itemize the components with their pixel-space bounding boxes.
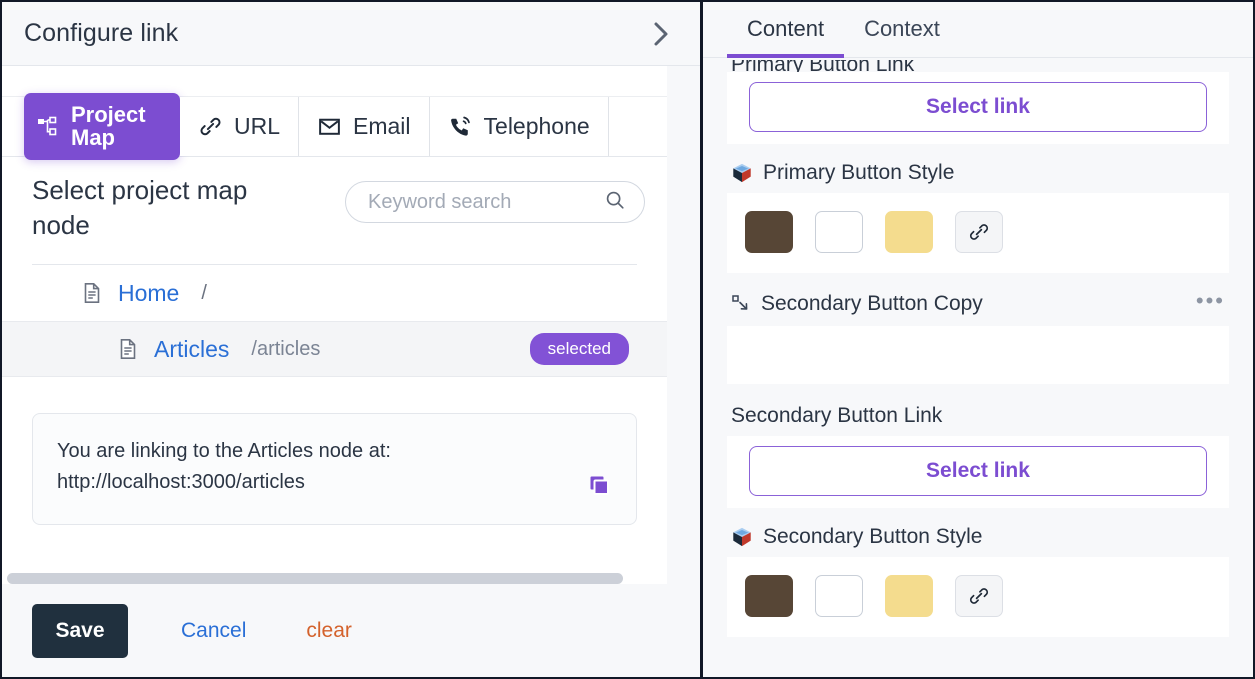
link-icon: [967, 220, 991, 244]
envelope-icon: [317, 114, 342, 139]
tab-url[interactable]: URL: [180, 97, 300, 156]
right-panel-body: Primary Button Link Select link Primary …: [703, 58, 1253, 677]
secondary-button-copy-label: Secondary Button Copy: [731, 292, 983, 316]
horizontal-scrollbar[interactable]: [2, 570, 667, 584]
search-input[interactable]: [366, 189, 590, 215]
tab-label: Project Map: [71, 101, 146, 150]
field-label-text: Secondary Button Copy: [761, 292, 983, 315]
keyword-search-box[interactable]: [345, 181, 645, 223]
yellow-swatch[interactable]: [885, 211, 933, 253]
left-panel-footer: Save Cancel clear: [2, 584, 700, 677]
select-node-row: Select project map node: [2, 157, 667, 242]
link-info-url: http://localhost:3000/articles: [57, 470, 305, 493]
primary-swatch-row: [727, 193, 1229, 273]
primary-button-style-label: Primary Button Style: [731, 161, 954, 185]
secondary-select-link-button[interactable]: Select link: [749, 446, 1207, 496]
clear-button[interactable]: clear: [306, 619, 352, 643]
tab-label: Email: [353, 113, 411, 139]
link-swatch[interactable]: [955, 575, 1003, 617]
brown-swatch[interactable]: [745, 211, 793, 253]
tab-context[interactable]: Context: [844, 16, 960, 58]
table-row[interactable]: Home /: [32, 265, 637, 321]
link-config-card: Project Map URL Email Telephone Select p…: [2, 66, 667, 584]
secondary-button-style-label-row: Secondary Button Style: [703, 508, 1253, 557]
phone-icon: [448, 114, 473, 139]
secondary-swatch-row: [727, 557, 1229, 637]
field-label-text: Secondary Button Style: [763, 525, 983, 548]
ellipsis-icon[interactable]: •••: [1196, 290, 1225, 318]
configure-link-dialog: Configure link Project Map URL Email Tel…: [0, 0, 1255, 679]
secondary-button-link-label: Secondary Button Link: [731, 404, 943, 427]
tab-content[interactable]: Content: [727, 16, 845, 58]
horizontal-scrollbar-thumb[interactable]: [7, 573, 623, 584]
tree-node-name[interactable]: Home: [118, 280, 179, 307]
tree-node-slug: /articles: [251, 337, 321, 360]
secondary-button-style-field: [703, 557, 1253, 637]
status-badge: selected: [529, 333, 629, 366]
save-button[interactable]: Save: [32, 603, 128, 658]
left-panel-body: Project Map URL Email Telephone Select p…: [2, 66, 700, 584]
copy-icon[interactable]: [588, 474, 614, 500]
cube-icon: [731, 526, 753, 548]
left-panel-header: Configure link: [2, 2, 700, 66]
secondary-button-link-field: Select link: [703, 436, 1253, 508]
sitemap-icon: [36, 115, 60, 139]
tab-label: Telephone: [483, 113, 590, 139]
document-icon: [116, 337, 140, 361]
link-type-tabs: Project Map URL Email Telephone: [2, 93, 667, 160]
right-panel: Content Context Primary Button Link Sele…: [703, 2, 1253, 677]
document-icon: [80, 281, 104, 305]
page-title: Configure link: [24, 19, 179, 47]
left-panel: Configure link Project Map URL Email Tel…: [2, 2, 703, 677]
link-swatch[interactable]: [955, 211, 1003, 253]
field-label-text: Primary Button Style: [763, 161, 955, 184]
cube-icon: [731, 162, 753, 184]
secondary-button-style-label: Secondary Button Style: [731, 525, 982, 549]
primary-button-style-field: [703, 193, 1253, 273]
primary-button-link-label: Primary Button Link: [731, 60, 915, 72]
white-swatch[interactable]: [815, 575, 863, 617]
select-node-heading: Select project map node: [32, 175, 248, 240]
tree-node-separator: /: [201, 281, 207, 304]
primary-button-style-label-row: Primary Button Style: [703, 144, 1253, 193]
link-info-text: You are linking to the Articles node at:…: [57, 436, 391, 497]
link-icon: [198, 114, 223, 139]
yellow-swatch[interactable]: [885, 575, 933, 617]
tree-node-name[interactable]: Articles: [154, 336, 229, 363]
brown-swatch[interactable]: [745, 575, 793, 617]
table-row[interactable]: Articles /articles selected: [2, 321, 667, 378]
tab-telephone[interactable]: Telephone: [429, 97, 609, 156]
chevron-right-icon[interactable]: [644, 17, 678, 51]
link-info-line-1: You are linking to the Articles node at:: [57, 440, 391, 463]
secondary-button-copy-input[interactable]: [727, 326, 1229, 384]
right-panel-tabs: Content Context: [703, 2, 1253, 58]
tab-label: URL: [234, 113, 281, 139]
white-swatch[interactable]: [815, 211, 863, 253]
secondary-button-copy-label-row: Secondary Button Copy •••: [703, 273, 1253, 326]
link-icon: [967, 584, 991, 608]
corner-arrow-icon: [731, 294, 751, 314]
search-icon: [604, 189, 626, 216]
link-info-box: You are linking to the Articles node at:…: [32, 413, 637, 526]
tab-email[interactable]: Email: [299, 97, 430, 156]
primary-button-link-field: Select link: [703, 72, 1253, 144]
project-map-tree: Home / Articles /articles selected: [2, 264, 667, 378]
tab-project-map[interactable]: Project Map: [24, 93, 180, 160]
primary-select-link-button[interactable]: Select link: [749, 82, 1207, 132]
cancel-button[interactable]: Cancel: [181, 619, 246, 643]
